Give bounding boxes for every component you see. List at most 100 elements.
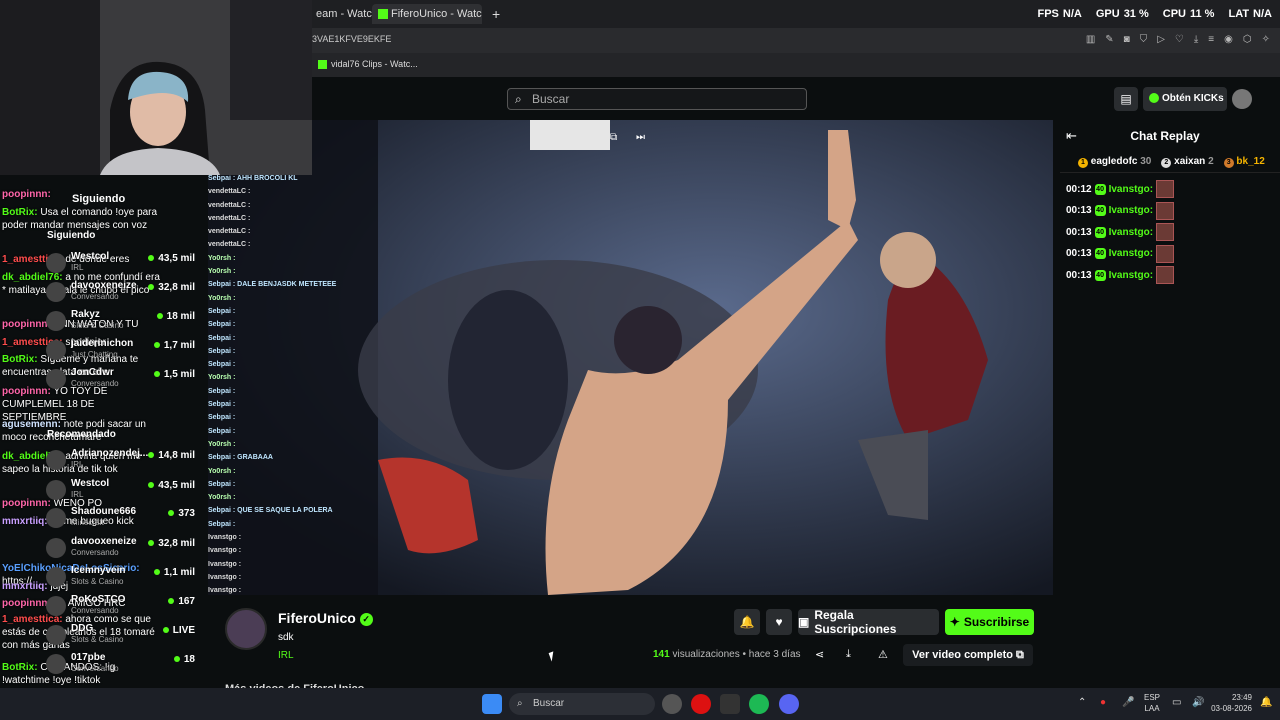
new-tab-plus-icon[interactable]: +: [486, 4, 506, 24]
following-channel-item[interactable]: 017pbe Conversando 18: [30, 652, 205, 680]
pip-icon[interactable]: ⧉: [610, 132, 617, 143]
channel-avatar[interactable]: [225, 608, 267, 650]
channel-name: Shadoune666: [71, 506, 137, 517]
video-chat-line: Ivanstgo :: [208, 560, 242, 568]
channel-category: Conversando: [71, 292, 119, 301]
edit-icon[interactable]: ✎: [1105, 34, 1113, 45]
get-kicks-button[interactable]: Obtén KICKs: [1143, 87, 1227, 111]
channel-avatar: [46, 654, 66, 674]
emote-image: [1156, 201, 1175, 220]
menu-icon[interactable]: ≡: [1208, 34, 1214, 45]
following-channel-item[interactable]: DDG Slots & Casino LIVE: [30, 623, 205, 651]
opera-icon[interactable]: [691, 694, 711, 714]
clock[interactable]: 23:49 03-08-2026: [1210, 692, 1252, 714]
heart-icon[interactable]: ♡: [1175, 34, 1184, 45]
video-chat-line: Sebpai :: [208, 427, 236, 435]
ai-icon[interactable]: ✧: [1262, 34, 1270, 45]
top-gifter-3[interactable]: 3 bk_12: [1223, 156, 1265, 168]
skip-icon[interactable]: ⏭: [636, 132, 645, 143]
viewer-count: 373: [168, 508, 195, 519]
channel-name[interactable]: FiferoUnico ✓: [278, 610, 373, 626]
chat-message: 00:13 40 Ivanstgo:: [1066, 244, 1175, 263]
channel-category: Conversando: [71, 664, 119, 673]
taskbar-search[interactable]: ⌕ Buscar: [509, 693, 655, 715]
chat-timestamp: 00:13: [1066, 248, 1092, 259]
browser-tab[interactable]: eam - Watch Li: [310, 4, 372, 24]
subscriber-badge-icon: 40: [1094, 183, 1106, 195]
video-chat-line: Sebpai : GRABAAA: [208, 454, 273, 462]
language-indicator[interactable]: ESP LAA: [1144, 692, 1160, 714]
heart-follow-icon[interactable]: ♥: [766, 609, 792, 635]
tray-app-icon[interactable]: ●: [1100, 697, 1106, 708]
following-channel-item[interactable]: Westcol IRL 43,5 mil: [30, 478, 205, 506]
chat-username[interactable]: Ivanstgo:: [1109, 248, 1153, 259]
following-channel-item[interactable]: Rakyz Slots & Casino 18 mil: [30, 309, 205, 337]
viewer-count: LIVE: [162, 625, 195, 636]
following-channel-item[interactable]: JonCdwr Conversando 1,5 mil: [30, 367, 205, 395]
chat-username[interactable]: Ivanstgo:: [1109, 227, 1153, 238]
following-channel-item[interactable]: davooxeneize Conversando 32,8 mil: [30, 280, 205, 308]
windows-start-icon[interactable]: [482, 694, 502, 714]
chat-username[interactable]: Ivanstgo:: [1109, 184, 1153, 195]
library-icon[interactable]: ▤: [1114, 87, 1138, 111]
following-channel-item[interactable]: RoKoSTCO Conversando 167: [30, 594, 205, 622]
discord-icon[interactable]: [779, 694, 799, 714]
shield-icon[interactable]: ⛉: [1140, 34, 1148, 45]
notifications-icon[interactable]: 🔔: [1260, 697, 1272, 708]
subscribe-button[interactable]: ✦ Suscribirse: [945, 609, 1034, 635]
spotify-icon[interactable]: [749, 694, 769, 714]
gift-subs-button[interactable]: ▣ Regala Suscripciones: [798, 608, 939, 636]
network-icon[interactable]: ▭: [1172, 697, 1181, 708]
microphone-icon[interactable]: 🎤: [1122, 697, 1134, 708]
top-gifter-2[interactable]: 2 xaixan 2: [1161, 156, 1214, 168]
tray-chevron-icon[interactable]: ⌃: [1078, 697, 1086, 708]
play-icon[interactable]: ▷: [1157, 34, 1165, 45]
following-channel-item[interactable]: jaiderinichon Just Chatting 1,7 mil: [30, 338, 205, 366]
channel-category: Slots & Casino: [71, 321, 124, 330]
following-channel-item[interactable]: Icemnyvein Slots & Casino 1,1 mil: [30, 565, 205, 593]
reader-icon[interactable]: ▥: [1086, 34, 1095, 45]
obs-icon[interactable]: [662, 694, 682, 714]
video-player[interactable]: ⧉ ⏭ Sebpai : AHH BROCOLI KL vendettaLC :v…: [208, 120, 1053, 595]
bookmark-item[interactable]: vidal76 Clips - Watc...: [318, 59, 418, 70]
verified-icon: ✓: [359, 612, 373, 626]
extension-icon[interactable]: ⬡: [1243, 34, 1252, 45]
search-input[interactable]: ⌕ Buscar: [507, 88, 807, 110]
report-icon[interactable]: ⚠: [878, 648, 888, 661]
kick-coin-icon: [1149, 93, 1159, 104]
viewer-count: 32,8 mil: [148, 538, 195, 549]
download-icon[interactable]: ⤓: [846, 648, 851, 661]
following-channel-item[interactable]: Westcol IRL 43,5 mil: [30, 251, 205, 279]
camera-icon[interactable]: ◙: [1124, 34, 1130, 45]
profile-icon[interactable]: ◉: [1224, 34, 1233, 45]
following-channel-item[interactable]: Adrianozendej... IRL 14,8 mil: [30, 448, 205, 476]
category-link[interactable]: IRL: [278, 650, 294, 661]
top-gifters: 1 eagledofc 30 2 xaixan 2 3 bk_12: [1078, 156, 1265, 168]
emote-image: [1156, 180, 1175, 198]
following-channel-item[interactable]: Shadoune666 Minecraft 373: [30, 506, 205, 534]
tab-label: eam - Watch Li: [316, 8, 372, 20]
volume-icon[interactable]: 🔊: [1192, 697, 1204, 708]
following-channel-item[interactable]: davooxeneize Conversando 32,8 mil: [30, 536, 205, 564]
browser-tab-active[interactable]: FiferoUnico - Watch c: [372, 4, 482, 24]
channel-avatar: [46, 450, 66, 470]
chat-username[interactable]: Ivanstgo:: [1109, 270, 1153, 281]
channel-name: RoKoSTCO: [71, 594, 126, 605]
following-sidebar: Siguiendo Siguiendo Recomendado Westcol I…: [30, 193, 205, 693]
epic-games-icon[interactable]: [720, 694, 740, 714]
top-gifter-1[interactable]: 1 eagledofc 30: [1078, 156, 1151, 168]
user-avatar[interactable]: [1232, 89, 1252, 109]
channel-category: Conversando: [71, 548, 119, 557]
video-chat-line: Sebpai :: [208, 414, 236, 422]
chat-username[interactable]: Ivanstgo:: [1109, 205, 1153, 216]
download-icon[interactable]: ⤓: [1194, 34, 1198, 45]
share-icon[interactable]: ⋖: [815, 648, 824, 661]
viewer-count: 167: [168, 596, 195, 607]
viewer-count: 1,5 mil: [153, 369, 195, 380]
video-chat-line: vendettaLC :: [208, 188, 251, 196]
performance-overlay: FPS N/A GPU 31 % CPU 11 % LAT N/A: [1037, 8, 1272, 20]
full-video-button[interactable]: Ver video completo ⧉: [903, 644, 1033, 666]
notification-bell-icon[interactable]: 🔔: [734, 609, 760, 635]
channel-category: Conversando: [71, 379, 119, 388]
video-overlay-chat: Sebpai : AHH BROCOLI KL vendettaLC : vende…: [208, 172, 378, 595]
